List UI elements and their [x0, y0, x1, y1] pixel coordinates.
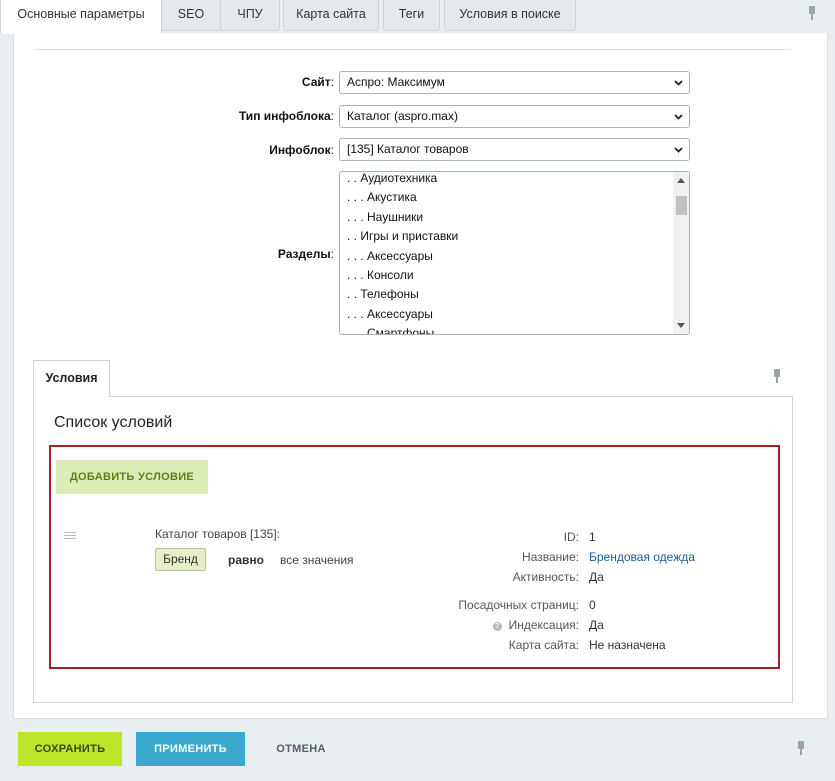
conditions-panel: Список условий ДОБАВИТЬ УСЛОВИЕ Каталог …: [33, 396, 793, 703]
help-icon[interactable]: ?: [492, 622, 502, 631]
scroll-up-icon[interactable]: [677, 178, 685, 183]
site-select[interactable]: Аспро: Максимум: [339, 71, 690, 94]
save-button[interactable]: СОХРАНИТЬ: [18, 732, 122, 766]
tab-seo[interactable]: SEO: [161, 0, 221, 31]
list-item[interactable]: . . . Акустика: [347, 190, 417, 204]
chevron-down-icon: [674, 112, 683, 121]
scroll-down-icon[interactable]: [677, 323, 685, 328]
tab-sitemap[interactable]: Карта сайта: [283, 0, 379, 31]
sections-listbox[interactable]: . . Аудиотехника . . . Акустика . . . На…: [339, 171, 690, 335]
detail-landing-pages-value: 0: [589, 598, 596, 612]
detail-id-label: ID:: [563, 530, 579, 544]
cancel-button[interactable]: ОТМЕНА: [262, 732, 340, 766]
iblock-value: [135] Каталог товаров: [347, 142, 469, 156]
pin-icon[interactable]: [796, 741, 806, 755]
iblock-label: Инфоблок:: [269, 143, 334, 157]
chevron-down-icon: [674, 78, 683, 87]
sections-label: Разделы:: [277, 247, 334, 261]
main-panel: Сайт: Аспро: Максимум Тип инфоблока: Кат…: [13, 33, 828, 719]
iblock-type-select[interactable]: Каталог (aspro.max): [339, 105, 690, 128]
iblock-select[interactable]: [135] Каталог товаров: [339, 138, 690, 161]
list-item[interactable]: . . Игры и приставки: [347, 229, 458, 243]
conditions-highlight-box: ДОБАВИТЬ УСЛОВИЕ Каталог товаров [135]: …: [49, 445, 780, 669]
detail-name-label: Название:: [522, 550, 579, 564]
tab-main-params[interactable]: Основные параметры: [0, 0, 162, 34]
condition-property-chip[interactable]: Бренд: [155, 548, 206, 571]
chevron-down-icon: [674, 145, 683, 154]
detail-indexing-label: ? Индексация:: [379, 618, 579, 632]
list-item[interactable]: . . . Аксессуары: [347, 249, 433, 263]
condition-value: все значения: [280, 553, 354, 567]
tab-tags[interactable]: Теги: [383, 0, 440, 31]
detail-sitemap-value: Не назначена: [589, 638, 666, 652]
list-item[interactable]: . . Аудиотехника: [347, 172, 437, 185]
footer-buttons: СОХРАНИТЬ ПРИМЕНИТЬ ОТМЕНА: [0, 719, 835, 781]
tab-cpu[interactable]: ЧПУ: [220, 0, 280, 31]
pin-icon[interactable]: [807, 6, 817, 20]
site-label: Сайт:: [301, 75, 334, 89]
condition-source: Каталог товаров [135]:: [155, 527, 280, 541]
list-item[interactable]: . . . Смартфоны: [347, 326, 434, 334]
condition-operator: равно: [228, 553, 264, 567]
scrollbar[interactable]: [673, 172, 689, 334]
detail-indexing-value: Да: [589, 618, 604, 632]
site-select-value: Аспро: Максимум: [347, 75, 445, 89]
list-item[interactable]: . . . Консоли: [347, 268, 414, 282]
top-tabs: Основные параметры SEO ЧПУ Карта сайта Т…: [0, 0, 835, 34]
drag-handle-icon[interactable]: [64, 532, 76, 539]
divider: [34, 49, 791, 50]
list-item[interactable]: . . . Аксессуары: [347, 307, 433, 321]
apply-button[interactable]: ПРИМЕНИТЬ: [136, 732, 245, 766]
detail-sitemap-label: Карта сайта:: [508, 638, 579, 652]
detail-landing-pages-label: Посадочных страниц:: [458, 598, 579, 612]
iblock-type-label: Тип инфоблока:: [238, 109, 334, 123]
iblock-type-value: Каталог (aspro.max): [347, 109, 458, 123]
conditions-title: Список условий: [54, 414, 173, 431]
scroll-thumb[interactable]: [676, 196, 687, 215]
pin-icon[interactable]: [772, 369, 782, 383]
list-item[interactable]: . . Телефоны: [347, 287, 419, 301]
detail-id-value: 1: [589, 530, 596, 544]
tab-search-conditions[interactable]: Условия в поиске: [444, 0, 576, 31]
tab-conditions[interactable]: Условия: [33, 360, 110, 397]
list-item[interactable]: . . . Наушники: [347, 210, 423, 224]
detail-name-link[interactable]: Брендовая одежда: [589, 550, 695, 564]
add-condition-button[interactable]: ДОБАВИТЬ УСЛОВИЕ: [56, 460, 208, 494]
detail-active-value: Да: [589, 570, 604, 584]
detail-active-label: Активность:: [512, 570, 579, 584]
